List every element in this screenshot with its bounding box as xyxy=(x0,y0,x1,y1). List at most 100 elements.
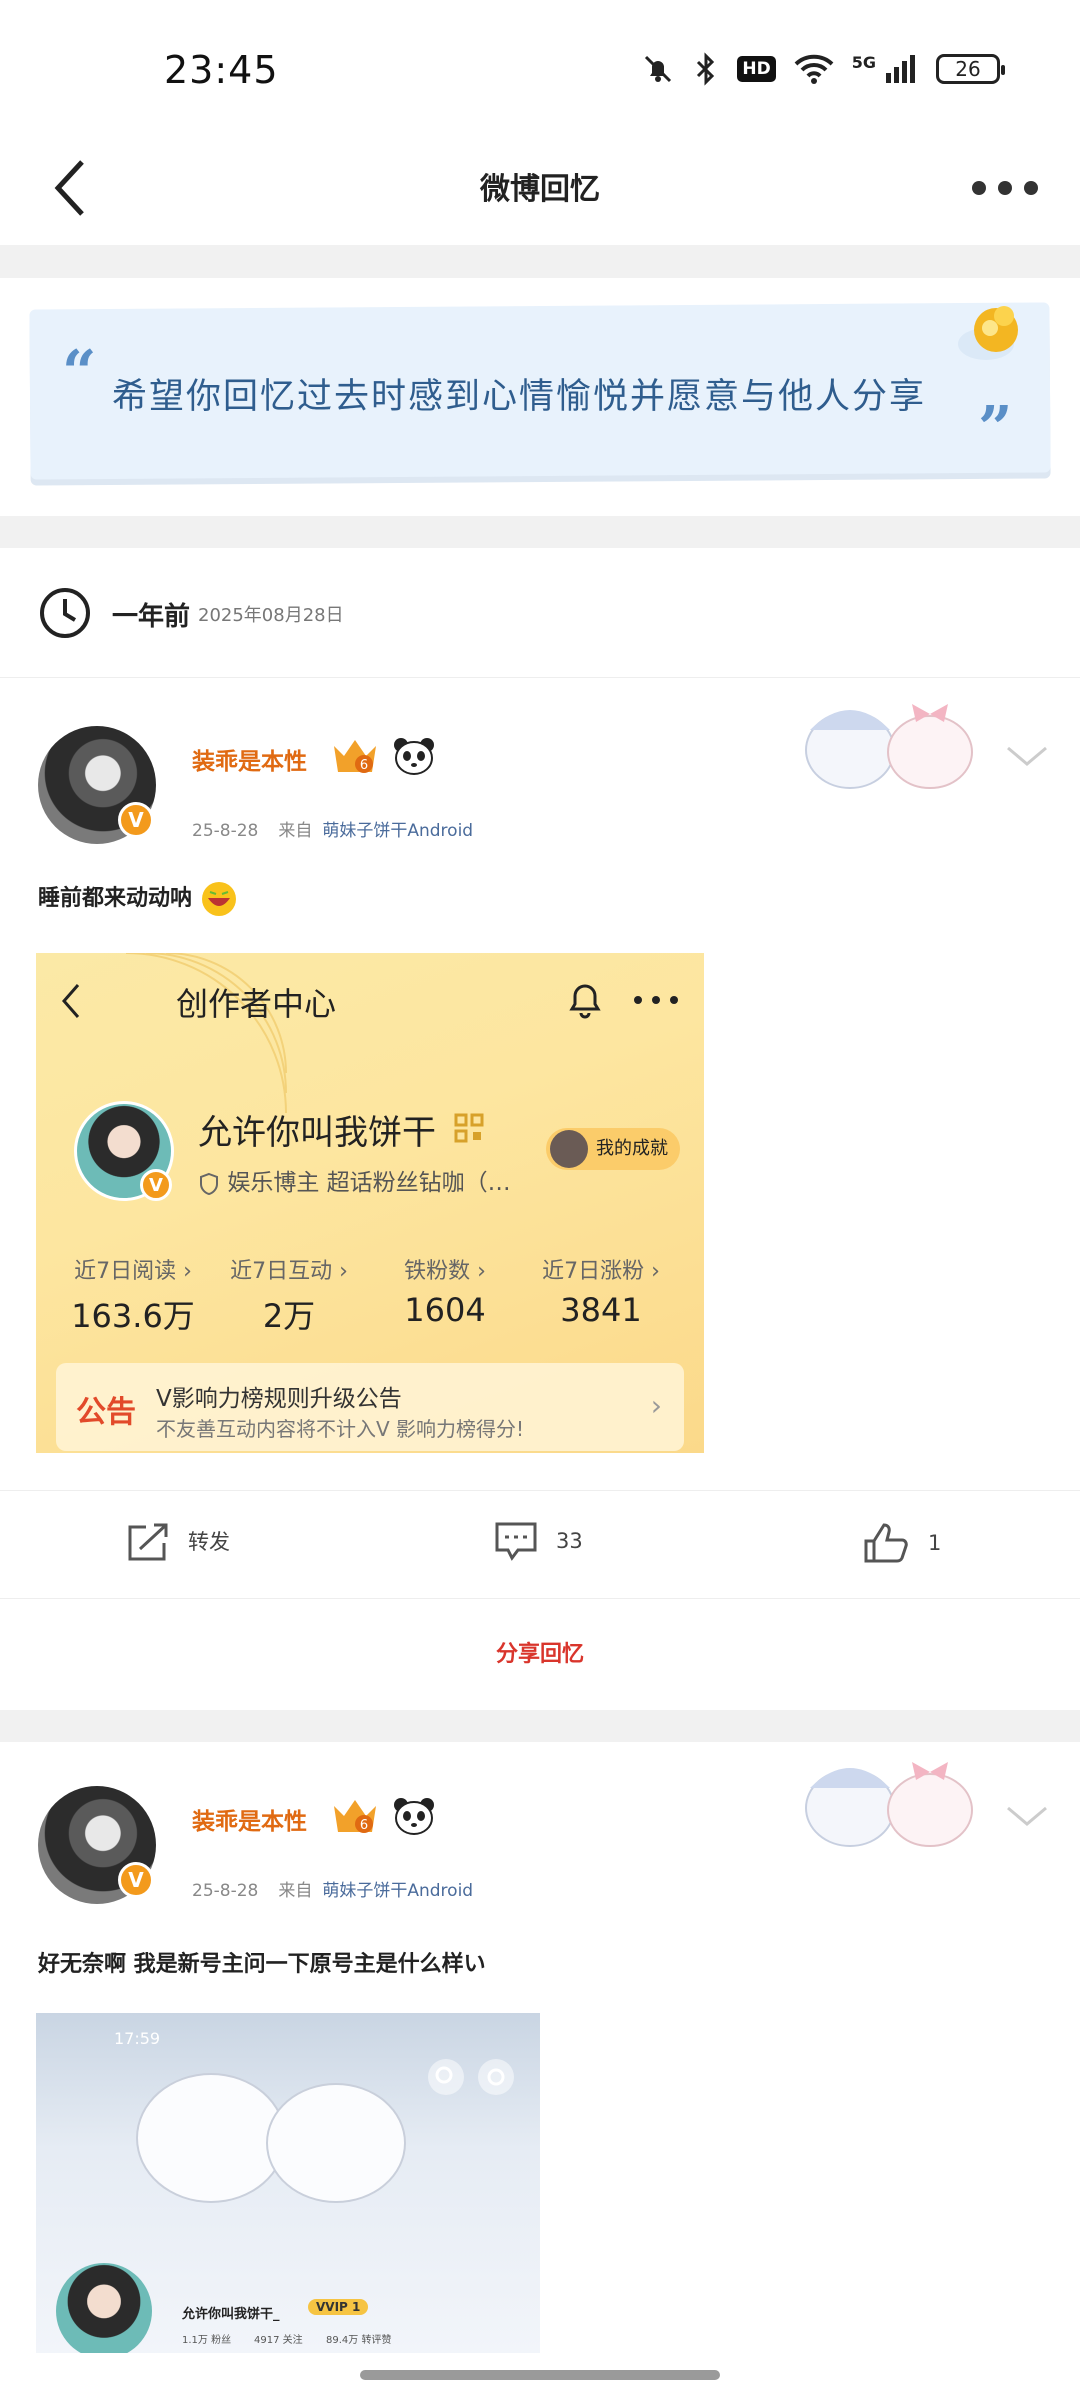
achievement-label: 我的成就 xyxy=(596,1138,668,1159)
stat-value: 163.6万 xyxy=(71,1297,195,1335)
chevron-down-icon[interactable] xyxy=(1002,736,1052,776)
comment-count: 33 xyxy=(556,1529,583,1553)
card-verified-icon: V xyxy=(140,1169,172,1201)
laughing-emoji-icon xyxy=(201,882,236,916)
settings-icon xyxy=(478,2059,514,2095)
bluetooth-icon xyxy=(697,52,715,86)
post-image[interactable]: 创作者中心 V 允许你叫我饼干 娱乐博主 超话粉丝钻咖（… 我的成就 近7日阅读… xyxy=(36,953,704,1453)
image-stat: 4917 关注 xyxy=(254,2335,303,2346)
post-source[interactable]: 萌妹子饼干Android xyxy=(322,821,473,841)
post-source[interactable]: 萌妹子饼干Android xyxy=(322,1881,473,1901)
post-meta: 25-8-28 来自 萌妹子饼干Android xyxy=(192,816,473,841)
level-number: 6 xyxy=(360,758,368,773)
quote-text: 希望你回忆过去时感到心情愉悦并愿意与他人分享 xyxy=(112,377,927,417)
post-text-content: 睡前都来动动呐 xyxy=(38,886,193,911)
post-text: 好无奈啊 我是新号主问一下原号主是什么样い xyxy=(38,1952,486,1977)
cartoon-cat-right xyxy=(266,2083,406,2203)
qr-code-icon xyxy=(454,1113,484,1143)
golden-bell-icon xyxy=(958,306,1018,360)
share-memory-button[interactable]: 分享回忆 xyxy=(0,1598,1080,1710)
stat-label: 近7日涨粉 › xyxy=(542,1259,660,1284)
cartoon-cat-left xyxy=(136,2073,286,2203)
stat-value: 3841 xyxy=(560,1291,642,1329)
stat-value: 1604 xyxy=(404,1291,486,1329)
divider xyxy=(0,245,1080,278)
repost-button[interactable]: 转发 xyxy=(126,1521,230,1561)
stat-label: 近7日阅读 › xyxy=(74,1259,192,1284)
home-indicator[interactable] xyxy=(360,2370,720,2380)
panda-icon xyxy=(394,738,434,775)
chevron-down-icon[interactable] xyxy=(1002,1796,1052,1836)
notice-subtitle: 不友善互动内容将不计入V 影响力榜得分! xyxy=(156,1417,525,1441)
card-username: 允许你叫我饼干 xyxy=(198,1113,436,1153)
post-text: 睡前都来动动呐 xyxy=(38,880,238,918)
image-time: 17:59 xyxy=(114,2029,161,2048)
divider xyxy=(0,1710,1080,1742)
source-prefix: 来自 xyxy=(278,1881,313,1901)
notice-tag: 公告 xyxy=(76,1395,136,1430)
card-subtitle: 娱乐博主 超话粉丝钻咖（… xyxy=(198,1163,511,1197)
status-bar: 23:45 HD 5G 26 xyxy=(0,0,1080,130)
level-number: 6 xyxy=(360,1818,368,1833)
stat-label: 近7日互动 › xyxy=(230,1259,348,1284)
card-more-icon xyxy=(634,996,678,1004)
dot-icon xyxy=(1024,181,1038,195)
username[interactable]: 装乖是本性 xyxy=(192,742,307,776)
shield-icon xyxy=(200,1172,218,1195)
search-icon xyxy=(428,2059,464,2095)
dot-icon xyxy=(972,181,986,195)
repost-icon xyxy=(128,1523,168,1561)
quote-banner: “ 希望你回忆过去时感到心情愉悦并愿意与他人分享 ” xyxy=(0,278,1080,516)
page-title: 微博回忆 xyxy=(480,172,600,207)
crown-level-icon: 6 xyxy=(334,740,376,773)
hd-badge: HD xyxy=(737,56,776,82)
like-count: 1 xyxy=(928,1531,942,1555)
achievement-icon xyxy=(550,1130,588,1168)
signal-icon xyxy=(886,55,915,83)
post-image[interactable]: 17:59 允许你叫我饼干_ VVIP 1 1.1万 粉丝 4917 关注 89… xyxy=(36,2013,540,2353)
image-stat: 1.1万 粉丝 xyxy=(182,2335,232,2346)
notice-title: V影响力榜规则升级公告 xyxy=(156,1386,402,1412)
post-date: 25-8-28 xyxy=(192,1881,259,1901)
dot-icon xyxy=(998,181,1012,195)
card-bell-icon xyxy=(569,984,601,1019)
post-date: 25-8-28 xyxy=(192,821,259,841)
memory-ago: 一年前 xyxy=(112,602,191,632)
more-button[interactable] xyxy=(960,148,1050,228)
battery-level: 26 xyxy=(955,57,981,81)
wifi-icon xyxy=(794,54,834,84)
comment-icon xyxy=(495,1522,537,1561)
notice-bar: 公告 V影响力榜规则升级公告 不友善互动内容将不计入V 影响力榜得分! › xyxy=(56,1363,684,1451)
like-button[interactable]: 1 xyxy=(862,1521,941,1565)
open-quote-icon: “ xyxy=(62,338,97,408)
close-quote-icon: ” xyxy=(978,394,1013,464)
mute-bell-icon xyxy=(645,55,672,83)
chevron-right-icon: › xyxy=(650,1389,662,1422)
verified-icon: V xyxy=(118,1862,154,1898)
image-username: 允许你叫我饼干_ xyxy=(182,2307,280,2322)
nav-bar: 微博回忆 xyxy=(0,130,1080,245)
memory-header: 一年前 2025年08月28日 xyxy=(0,548,1080,678)
source-prefix: 来自 xyxy=(278,821,313,841)
post-actions: 转发 33 1 xyxy=(0,1490,1080,1600)
cute-characters-decoration xyxy=(805,1762,973,1847)
username[interactable]: 装乖是本性 xyxy=(192,1802,307,1836)
thumbs-up-icon xyxy=(864,1523,908,1563)
battery-icon: 26 xyxy=(936,54,1005,84)
stat-value: 2万 xyxy=(262,1297,316,1335)
stat-label: 铁粉数 › xyxy=(404,1259,486,1284)
status-time: 23:45 xyxy=(164,48,279,92)
image-avatar xyxy=(56,2263,152,2353)
repost-label: 转发 xyxy=(188,1530,230,1554)
network-label: 5G xyxy=(851,52,876,72)
crown-level-icon: 6 xyxy=(334,1800,376,1833)
status-icons: HD 5G 26 xyxy=(641,52,1005,86)
card-title: 创作者中心 xyxy=(175,985,336,1023)
panda-icon xyxy=(394,1798,434,1835)
post-meta: 25-8-28 来自 萌妹子饼干Android xyxy=(192,1876,473,1901)
image-stat: 89.4万 转评赞 xyxy=(326,2335,392,2346)
card-subtitle-text: 娱乐博主 超话粉丝钻咖（… xyxy=(227,1170,511,1196)
cute-characters-decoration xyxy=(805,704,973,789)
comment-button[interactable]: 33 xyxy=(494,1521,583,1561)
memory-date: 2025年08月28日 xyxy=(198,605,344,626)
